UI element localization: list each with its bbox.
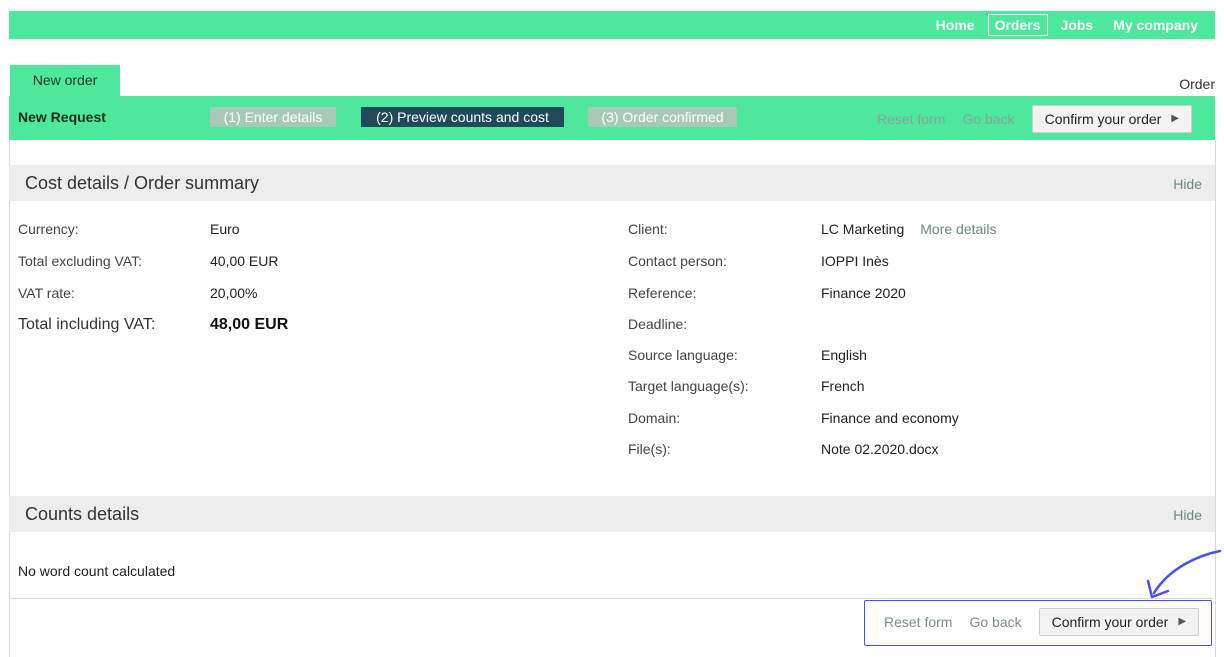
deadline-label: Deadline: bbox=[628, 316, 688, 332]
bottom-confirm-order-label: Confirm your order bbox=[1051, 614, 1169, 630]
total-excl-vat-value: 40,00 EUR bbox=[210, 253, 279, 269]
cost-section-header: Cost details / Order summary Hide bbox=[9, 165, 1215, 201]
go-back-link[interactable]: Go back bbox=[962, 111, 1014, 127]
source-language-value: English bbox=[821, 347, 867, 363]
nav-home[interactable]: Home bbox=[929, 14, 982, 36]
files-label: File(s): bbox=[628, 441, 671, 457]
nav-my-company[interactable]: My company bbox=[1106, 14, 1205, 36]
top-actions: Reset form Go back Confirm your order ▶ bbox=[877, 105, 1192, 133]
target-language-label: Target language(s): bbox=[628, 378, 749, 394]
hide-counts-link[interactable]: Hide bbox=[1173, 507, 1202, 523]
reference-value: Finance 2020 bbox=[821, 285, 906, 301]
step-enter-details[interactable]: (1) Enter details bbox=[210, 107, 336, 127]
contact-person-label: Contact person: bbox=[628, 253, 727, 269]
counts-section-title: Counts details bbox=[25, 504, 140, 524]
confirm-order-button[interactable]: Confirm your order ▶ bbox=[1031, 105, 1192, 133]
currency-label: Currency: bbox=[18, 221, 79, 237]
bottom-confirm-order-button[interactable]: Confirm your order ▶ bbox=[1038, 608, 1200, 636]
counts-section-header: Counts details Hide bbox=[9, 496, 1215, 532]
nav-jobs[interactable]: Jobs bbox=[1054, 14, 1101, 36]
client-label: Client: bbox=[628, 221, 668, 237]
play-arrow-icon: ▶ bbox=[1171, 113, 1179, 124]
top-nav-bar: Home Orders Jobs My company bbox=[9, 11, 1215, 39]
annotation-arrow-icon bbox=[1146, 549, 1222, 599]
total-excl-vat-label: Total excluding VAT: bbox=[18, 253, 142, 269]
no-word-count-message: No word count calculated bbox=[18, 563, 176, 579]
bottom-actions: Reset form Go back Confirm your order ▶ bbox=[884, 608, 1200, 636]
step-order-confirmed: (3) Order confirmed bbox=[588, 107, 737, 127]
files-value: Note 02.2020.docx bbox=[821, 441, 939, 457]
cost-section-title: Cost details / Order summary bbox=[25, 173, 260, 193]
play-arrow-icon: ▶ bbox=[1178, 616, 1187, 627]
hide-cost-link[interactable]: Hide bbox=[1173, 176, 1202, 192]
client-value: LC Marketing bbox=[821, 221, 905, 237]
target-language-value: French bbox=[821, 378, 865, 394]
confirm-order-label: Confirm your order bbox=[1044, 111, 1162, 127]
tab-new-order[interactable]: New order bbox=[10, 65, 120, 97]
contact-person-value: IOPPI Inès bbox=[821, 253, 889, 269]
request-bar: New Request (1) Enter details (2) Previe… bbox=[9, 96, 1215, 140]
client-value-row: LC Marketing More details bbox=[821, 221, 997, 237]
total-incl-vat-label: Total including VAT: bbox=[18, 316, 156, 333]
reset-form-link[interactable]: Reset form bbox=[877, 111, 945, 127]
step-preview-counts: (2) Preview counts and cost bbox=[361, 107, 564, 127]
domain-value: Finance and economy bbox=[821, 410, 959, 426]
more-details-link[interactable]: More details bbox=[920, 221, 996, 237]
bottom-divider bbox=[10, 598, 1214, 599]
domain-label: Domain: bbox=[628, 410, 681, 426]
bottom-go-back-link[interactable]: Go back bbox=[969, 614, 1021, 630]
source-language-label: Source language: bbox=[628, 347, 738, 363]
vat-rate-label: VAT rate: bbox=[18, 285, 75, 301]
vat-rate-value: 20,00% bbox=[210, 285, 258, 301]
nav-orders[interactable]: Orders bbox=[987, 14, 1048, 36]
bottom-actions-highlight: Reset form Go back Confirm your order ▶ bbox=[864, 600, 1212, 646]
bottom-reset-form-link[interactable]: Reset form bbox=[884, 614, 952, 630]
total-incl-vat-value: 48,00 EUR bbox=[210, 316, 289, 333]
page-label: Order bbox=[1179, 76, 1215, 92]
currency-value: Euro bbox=[210, 221, 240, 237]
request-title: New Request bbox=[18, 109, 106, 125]
content-frame bbox=[9, 140, 1216, 657]
reference-label: Reference: bbox=[628, 285, 697, 301]
top-nav: Home Orders Jobs My company bbox=[923, 14, 1205, 36]
